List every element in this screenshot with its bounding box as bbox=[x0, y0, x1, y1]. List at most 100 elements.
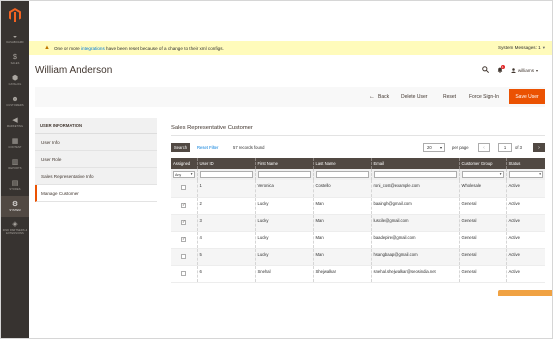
per-page-select[interactable]: 20 ▾ bbox=[423, 143, 445, 152]
status-cell: Active bbox=[505, 248, 545, 266]
column-header-status[interactable]: Status bbox=[505, 158, 545, 169]
reset-button[interactable]: Reset bbox=[443, 87, 456, 107]
user-menu[interactable]: williams ▾ bbox=[510, 67, 538, 74]
user-name: williams bbox=[517, 68, 534, 73]
sidebar-item-marketing[interactable]: ◀ Marketing bbox=[1, 112, 29, 133]
customer-group-cell: Wholesale bbox=[458, 180, 506, 198]
tab-sales-representative-info[interactable]: Sales Representative Info bbox=[35, 168, 157, 185]
first-name-cell: Lucky bbox=[254, 231, 313, 249]
status-cell: Active bbox=[505, 197, 545, 215]
status-filter-select[interactable]: ▾ bbox=[508, 171, 543, 178]
sidebar-item-reports[interactable]: ▥ Reports bbox=[1, 154, 29, 175]
chevron-down-icon: ▾ bbox=[499, 172, 502, 176]
table-row[interactable]: 6 Snehal Shejwalkar snehal.shejwalkar@seosi… bbox=[171, 265, 545, 283]
sidebar-item-stores[interactable]: ▤ Stores bbox=[1, 175, 29, 196]
sidebar-item-catalog[interactable]: ⬢ Catalog bbox=[1, 70, 29, 91]
section-divider bbox=[171, 135, 545, 136]
assigned-checkbox[interactable] bbox=[181, 270, 187, 276]
sidebar-item-label: Marketing bbox=[6, 125, 24, 128]
user-id-filter-input[interactable] bbox=[199, 171, 253, 178]
tab-user-info[interactable]: User Info bbox=[35, 134, 157, 151]
column-header-last-name[interactable]: Last Name bbox=[312, 158, 371, 169]
reset-filter-link[interactable]: Reset Filter bbox=[197, 145, 218, 150]
dashboard-icon: ◒ bbox=[12, 33, 18, 40]
tabs-heading: USER INFORMATION bbox=[35, 118, 157, 134]
column-header-user-id[interactable]: User ID bbox=[196, 158, 255, 169]
bell-icon[interactable]: 1 bbox=[497, 64, 505, 75]
sidebar-item-customers[interactable]: ☻ Customers bbox=[1, 91, 29, 112]
assigned-checkbox[interactable]: ✓ bbox=[181, 219, 187, 225]
user-id-cell: 3 bbox=[196, 214, 255, 232]
table-row[interactable]: 5 Lucky Man hsangbaap@gmail.com General Activ… bbox=[171, 248, 545, 266]
assigned-filter-select[interactable]: Any ▾ bbox=[173, 171, 195, 178]
sidebar-item-content[interactable]: ▦ Content bbox=[1, 133, 29, 154]
previous-page-button[interactable]: ‹ bbox=[478, 143, 490, 152]
tab-user-role[interactable]: User Role bbox=[35, 151, 157, 168]
first-name-cell: Veronica bbox=[254, 180, 313, 198]
sidebar-item-dashboard[interactable]: ◒ Dashboard bbox=[1, 28, 29, 49]
person-icon: ☻ bbox=[11, 96, 19, 103]
column-header-first-name[interactable]: First Name bbox=[254, 158, 313, 169]
last-name-filter-input[interactable] bbox=[315, 171, 369, 178]
column-header-email[interactable]: Email bbox=[370, 158, 459, 169]
column-header-customer-group[interactable]: Customer Group bbox=[458, 158, 506, 169]
checkmark-icon: ✓ bbox=[182, 202, 186, 207]
sidebar-item-label: Dashboard bbox=[6, 41, 24, 44]
column-header-assigned[interactable]: Assigned bbox=[171, 158, 197, 169]
layout-icon: ▦ bbox=[11, 138, 19, 145]
email-filter-input[interactable] bbox=[373, 171, 457, 178]
customer-group-filter-select[interactable]: ▾ bbox=[461, 171, 504, 178]
table-row[interactable]: ✓ 2 Lucky Man baaingh@gmail.com General Active bbox=[171, 197, 545, 215]
email-cell: luscile@gmail.com bbox=[370, 214, 459, 232]
user-id-cell: 6 bbox=[196, 265, 255, 283]
warning-icon: ▲ bbox=[44, 45, 50, 51]
sidebar-item-label: Reports bbox=[8, 167, 22, 170]
search-icon[interactable] bbox=[482, 66, 489, 75]
customer-group-cell: General bbox=[458, 197, 506, 215]
page-actions-toolbar: ← Back Delete User Reset Force Sign-In Sa… bbox=[35, 87, 545, 107]
search-button[interactable]: Search bbox=[171, 143, 190, 152]
page-title: William Anderson bbox=[35, 65, 113, 76]
assigned-checkbox[interactable] bbox=[181, 185, 187, 190]
first-name-filter-input[interactable] bbox=[257, 171, 311, 178]
table-row[interactable]: ✓ 3 Lucky Man luscile@gmail.com General Active bbox=[171, 214, 545, 232]
per-page-label: per page bbox=[452, 145, 469, 150]
checkmark-icon: ✓ bbox=[182, 236, 186, 241]
cube-icon: ⬢ bbox=[11, 75, 19, 82]
status-cell: Active bbox=[505, 180, 545, 198]
save-user-button[interactable]: Save User bbox=[509, 89, 545, 104]
page-number-input[interactable]: 1 bbox=[498, 143, 512, 152]
delete-user-button[interactable]: Delete User bbox=[401, 87, 427, 107]
table-row[interactable]: ✓ 4 Lucky Man baadepire@gmail.com General Acti… bbox=[171, 231, 545, 249]
grid-controls: Search Reset Filter 57 records found 20 ▾… bbox=[171, 143, 545, 154]
chevron-down-icon: ▾ bbox=[542, 45, 545, 50]
assigned-cell: ✓ bbox=[171, 214, 197, 232]
tab-manage-customer[interactable]: Manage Customer bbox=[35, 185, 157, 202]
last-name-cell: Costello bbox=[312, 180, 371, 198]
sidebar-item-label: Catalog bbox=[8, 83, 22, 86]
gear-icon: ⚙ bbox=[11, 201, 19, 208]
chevron-down-icon: ▾ bbox=[535, 68, 538, 73]
magento-logo-icon[interactable] bbox=[1, 1, 29, 28]
user-icon bbox=[510, 67, 516, 74]
first-name-cell: Snehal bbox=[254, 265, 313, 283]
assigned-cell bbox=[171, 180, 197, 198]
assigned-checkbox[interactable] bbox=[181, 253, 187, 259]
chat-widget-tab[interactable] bbox=[498, 290, 552, 296]
table-row[interactable]: 1 Veronica Costello roni_cost@example.com Wh… bbox=[171, 180, 545, 198]
checkmark-icon: ✓ bbox=[182, 219, 186, 224]
back-button[interactable]: ← Back bbox=[369, 87, 389, 107]
integrations-link[interactable]: integrations bbox=[81, 46, 105, 51]
sidebar-item-find-partners-extensions[interactable]: ◈ Find Partners & Extensions bbox=[1, 217, 29, 238]
system-messages-toggle[interactable]: System Messages: 1 ▾ bbox=[498, 45, 545, 51]
chevron-right-icon: › bbox=[538, 144, 540, 151]
puzzle-icon: ◈ bbox=[12, 220, 18, 228]
notice-text: One or more integrations have been reset… bbox=[53, 45, 224, 51]
sidebar-item-system[interactable]: ⚙ System bbox=[1, 196, 29, 217]
sidebar-item-sales[interactable]: $ Sales bbox=[1, 49, 29, 70]
force-signin-button[interactable]: Force Sign-In bbox=[469, 87, 499, 107]
assigned-checkbox[interactable]: ✓ bbox=[181, 202, 187, 208]
assigned-checkbox[interactable]: ✓ bbox=[181, 236, 187, 242]
next-page-button[interactable]: › bbox=[533, 143, 545, 152]
last-name-cell: Man bbox=[312, 231, 371, 249]
